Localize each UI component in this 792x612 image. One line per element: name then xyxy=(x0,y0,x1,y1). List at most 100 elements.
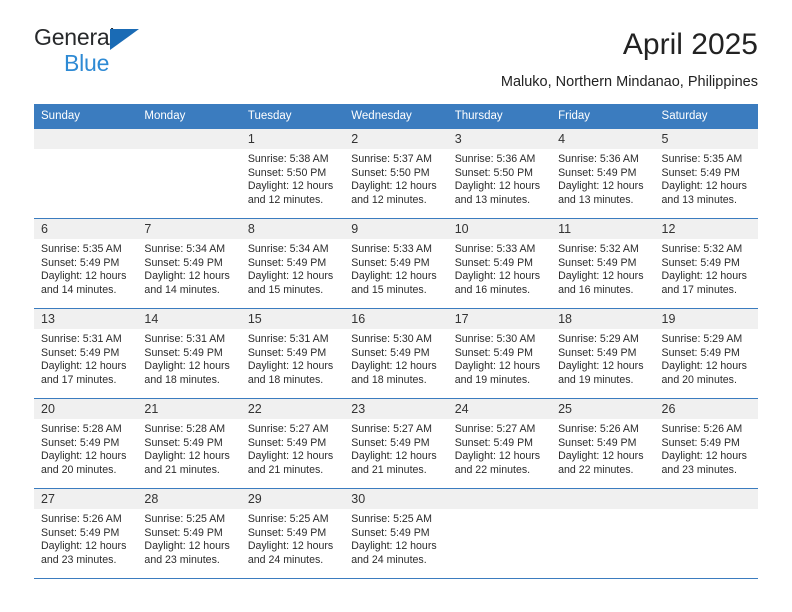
calendar-day-cell[interactable]: 10 Sunrise: 5:33 AM Sunset: 5:49 PM Dayligh… xyxy=(447,218,552,309)
sunrise-text: Sunrise: 5:36 AM xyxy=(558,153,639,165)
daylight-text-line1: Daylight: 12 hours xyxy=(247,270,334,282)
sunrise-text: Sunrise: 5:29 AM xyxy=(558,333,639,345)
calendar-day-cell[interactable]: 1 Sunrise: 5:38 AM Sunset: 5:50 PM Daylight… xyxy=(240,128,345,219)
daylight-text-line1: Daylight: 12 hours xyxy=(144,360,230,372)
daylight-text-line1: Daylight: 12 hours xyxy=(661,180,747,192)
calendar-day-cell[interactable]: 4 Sunrise: 5:36 AM Sunset: 5:49 PM Daylight… xyxy=(551,128,655,219)
calendar-day-cell[interactable]: 5 Sunrise: 5:35 AM Sunset: 5:49 PM Daylight… xyxy=(654,128,758,219)
daylight-text-line2: and 23 minutes. xyxy=(41,553,117,566)
day-number: 15 xyxy=(240,309,345,329)
calendar-day-cell[interactable]: 16 Sunrise: 5:30 AM Sunset: 5:49 PM Dayligh… xyxy=(344,308,448,399)
calendar-day-cell[interactable]: 15 Sunrise: 5:31 AM Sunset: 5:49 PM Dayligh… xyxy=(240,308,345,399)
weekday-header-thursday: Thursday xyxy=(447,104,552,129)
day-details: Sunrise: 5:25 AM Sunset: 5:49 PM Daylight:… xyxy=(344,509,447,567)
day-details: Sunrise: 5:26 AM Sunset: 5:49 PM Daylight:… xyxy=(655,419,758,477)
calendar-day-cell[interactable]: 7 Sunrise: 5:34 AM Sunset: 5:49 PM Daylight… xyxy=(137,218,241,309)
sunrise-text: Sunrise: 5:31 AM xyxy=(144,333,226,345)
calendar-day-cell[interactable]: 22 Sunrise: 5:27 AM Sunset: 5:49 PM Dayligh… xyxy=(240,398,345,489)
calendar-day-cell[interactable]: 25 Sunrise: 5:26 AM Sunset: 5:49 PM Dayligh… xyxy=(551,398,655,489)
calendar-day-cell[interactable]: 8 Sunrise: 5:34 AM Sunset: 5:49 PM Daylight… xyxy=(240,218,345,309)
day-details: Sunrise: 5:26 AM Sunset: 5:49 PM Daylight:… xyxy=(34,509,137,567)
daylight-text-line2: and 18 minutes. xyxy=(144,373,220,386)
day-number xyxy=(654,489,758,509)
page-header: General Blue April 2025 Maluko, Northern… xyxy=(34,0,758,91)
calendar-day-cell[interactable]: 11 Sunrise: 5:32 AM Sunset: 5:49 PM Dayligh… xyxy=(551,218,655,309)
daylight-text-line2: and 13 minutes. xyxy=(661,193,737,206)
calendar-day-cell-empty xyxy=(551,488,655,579)
daylight-text-line1: Daylight: 12 hours xyxy=(351,540,437,552)
daylight-text-line2: and 21 minutes. xyxy=(351,463,427,476)
daylight-text-line2: and 13 minutes. xyxy=(454,193,531,206)
calendar-page: General Blue April 2025 Maluko, Northern… xyxy=(0,0,792,612)
calendar-week-row: 20 Sunrise: 5:28 AM Sunset: 5:49 PM Dayligh… xyxy=(34,398,758,489)
sunrise-text: Sunrise: 5:37 AM xyxy=(351,153,432,165)
sunrise-text: Sunrise: 5:31 AM xyxy=(247,333,329,345)
calendar-day-cell[interactable]: 17 Sunrise: 5:30 AM Sunset: 5:49 PM Dayligh… xyxy=(447,308,552,399)
calendar-day-cell[interactable]: 29 Sunrise: 5:25 AM Sunset: 5:49 PM Dayligh… xyxy=(240,488,345,579)
day-details: Sunrise: 5:29 AM Sunset: 5:49 PM Daylight:… xyxy=(655,329,758,387)
day-number: 22 xyxy=(240,399,345,419)
day-number: 7 xyxy=(137,219,241,239)
sunset-text: Sunset: 5:49 PM xyxy=(558,256,637,269)
daylight-text-line1: Daylight: 12 hours xyxy=(351,360,437,372)
calendar-week-row: 13 Sunrise: 5:31 AM Sunset: 5:49 PM Dayligh… xyxy=(34,308,758,399)
sunset-text: Sunset: 5:50 PM xyxy=(351,166,430,179)
sunset-text: Sunset: 5:49 PM xyxy=(558,166,637,179)
day-details: Sunrise: 5:32 AM Sunset: 5:49 PM Daylight:… xyxy=(655,239,758,297)
calendar-day-cell[interactable]: 28 Sunrise: 5:25 AM Sunset: 5:49 PM Dayligh… xyxy=(137,488,241,579)
calendar-day-cell[interactable]: 12 Sunrise: 5:32 AM Sunset: 5:49 PM Dayligh… xyxy=(654,218,758,309)
calendar-day-cell[interactable]: 13 Sunrise: 5:31 AM Sunset: 5:49 PM Dayligh… xyxy=(34,308,138,399)
calendar-day-cell[interactable]: 9 Sunrise: 5:33 AM Sunset: 5:49 PM Daylight… xyxy=(344,218,448,309)
page-title: April 2025 xyxy=(622,28,758,61)
daylight-text-line1: Daylight: 12 hours xyxy=(454,180,541,192)
day-number: 24 xyxy=(447,399,552,419)
calendar-day-cell[interactable]: 27 Sunrise: 5:26 AM Sunset: 5:49 PM Dayligh… xyxy=(34,488,138,579)
sunset-text: Sunset: 5:49 PM xyxy=(661,346,740,359)
day-details: Sunrise: 5:26 AM Sunset: 5:49 PM Daylight:… xyxy=(551,419,654,477)
calendar-day-cell[interactable]: 23 Sunrise: 5:27 AM Sunset: 5:49 PM Dayligh… xyxy=(344,398,448,489)
calendar-day-cell[interactable]: 3 Sunrise: 5:36 AM Sunset: 5:50 PM Daylight… xyxy=(447,128,552,219)
calendar-day-cell[interactable]: 6 Sunrise: 5:35 AM Sunset: 5:49 PM Daylight… xyxy=(34,218,138,309)
calendar-day-cell[interactable]: 18 Sunrise: 5:29 AM Sunset: 5:49 PM Dayligh… xyxy=(551,308,655,399)
daylight-text-line2: and 21 minutes. xyxy=(144,463,220,476)
calendar-day-cell[interactable]: 30 Sunrise: 5:25 AM Sunset: 5:49 PM Dayligh… xyxy=(344,488,448,579)
day-number: 5 xyxy=(654,129,758,149)
day-details: Sunrise: 5:37 AM Sunset: 5:50 PM Daylight:… xyxy=(344,149,447,207)
sunrise-text: Sunrise: 5:35 AM xyxy=(661,153,743,165)
daylight-text-line1: Daylight: 12 hours xyxy=(351,180,437,192)
calendar-table: Sunday Monday Tuesday Wednesday Thursday… xyxy=(34,104,758,579)
calendar-week-row: 6 Sunrise: 5:35 AM Sunset: 5:49 PM Daylight… xyxy=(34,218,758,309)
logo-blue-label: Blue xyxy=(64,50,110,76)
daylight-text-line2: and 13 minutes. xyxy=(558,193,634,206)
sunrise-text: Sunrise: 5:27 AM xyxy=(351,423,432,435)
calendar-day-cell[interactable]: 26 Sunrise: 5:26 AM Sunset: 5:49 PM Dayligh… xyxy=(654,398,758,489)
calendar-day-cell[interactable]: 14 Sunrise: 5:31 AM Sunset: 5:49 PM Dayligh… xyxy=(137,308,241,399)
daylight-text-line2: and 12 minutes. xyxy=(351,193,427,206)
day-number: 20 xyxy=(34,399,138,419)
sunrise-text: Sunrise: 5:30 AM xyxy=(351,333,432,345)
day-details: Sunrise: 5:27 AM Sunset: 5:49 PM Daylight:… xyxy=(241,419,344,477)
calendar-day-cell-empty xyxy=(137,128,241,219)
calendar-day-cell[interactable]: 19 Sunrise: 5:29 AM Sunset: 5:49 PM Dayligh… xyxy=(654,308,758,399)
sunset-text: Sunset: 5:49 PM xyxy=(661,436,740,449)
daylight-text-line2: and 24 minutes. xyxy=(351,553,427,566)
daylight-text-line2: and 14 minutes. xyxy=(41,283,117,296)
calendar-day-cell[interactable]: 21 Sunrise: 5:28 AM Sunset: 5:49 PM Dayligh… xyxy=(137,398,241,489)
daylight-text-line1: Daylight: 12 hours xyxy=(41,270,127,282)
calendar-day-cell[interactable]: 2 Sunrise: 5:37 AM Sunset: 5:50 PM Daylight… xyxy=(344,128,448,219)
daylight-text-line2: and 15 minutes. xyxy=(351,283,427,296)
generalblue-logo[interactable]: General Blue xyxy=(34,26,164,76)
sunset-text: Sunset: 5:49 PM xyxy=(144,436,223,449)
day-details: Sunrise: 5:36 AM Sunset: 5:50 PM Daylight:… xyxy=(448,149,551,207)
calendar-day-cell[interactable]: 20 Sunrise: 5:28 AM Sunset: 5:49 PM Dayligh… xyxy=(34,398,138,489)
sunset-text: Sunset: 5:49 PM xyxy=(41,436,120,449)
daylight-text-line2: and 12 minutes. xyxy=(247,193,324,206)
day-details: Sunrise: 5:28 AM Sunset: 5:49 PM Daylight:… xyxy=(34,419,137,477)
calendar-day-cell[interactable]: 24 Sunrise: 5:27 AM Sunset: 5:49 PM Dayligh… xyxy=(447,398,552,489)
sunset-text: Sunset: 5:49 PM xyxy=(247,256,327,269)
day-details: Sunrise: 5:33 AM Sunset: 5:49 PM Daylight:… xyxy=(344,239,447,297)
sunset-text: Sunset: 5:49 PM xyxy=(351,346,430,359)
day-details: Sunrise: 5:30 AM Sunset: 5:49 PM Daylight:… xyxy=(448,329,551,387)
day-details: Sunrise: 5:36 AM Sunset: 5:49 PM Daylight:… xyxy=(551,149,654,207)
sunset-text: Sunset: 5:49 PM xyxy=(454,436,534,449)
